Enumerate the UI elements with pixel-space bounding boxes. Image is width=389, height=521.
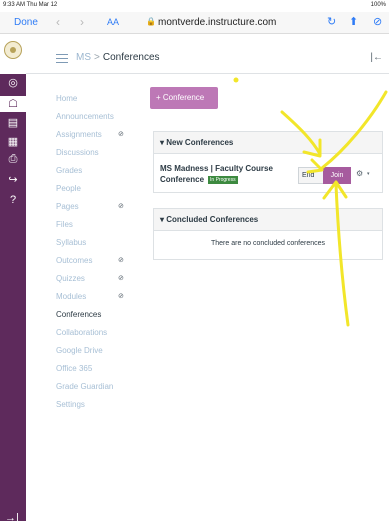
course-nav-label: Home [56,94,78,103]
history-icon[interactable]: ⎙ [0,151,26,167]
course-nav-people[interactable]: People [56,184,136,202]
hidden-from-students-icon: ⊘ [118,131,124,138]
course-nav-label: Assignments [56,130,102,139]
course-nav-conferences[interactable]: Conferences [56,310,136,328]
concluded-conferences-heading[interactable]: ▾ Concluded Conferences [154,209,382,231]
courses-icon[interactable]: ☖ [0,96,26,112]
course-nav-label: Discussions [56,148,99,157]
course-nav-label: Pages [56,202,79,211]
calendar-icon[interactable]: ▤ [0,115,26,131]
concluded-conferences-panel: ▾ Concluded Conferences There are no con… [153,208,383,260]
breadcrumb-course-link[interactable]: MS [76,52,91,63]
course-nav-label: Outcomes [56,256,93,265]
course-nav-label: Files [56,220,73,229]
chevron-down-icon[interactable]: ▾ [367,171,370,177]
hidden-from-students-icon: ⊘ [118,203,124,210]
share-icon[interactable]: ⬆ [349,15,358,28]
course-nav-pages[interactable]: Pages ⊘ [56,202,136,220]
course-nav-label: Office 365 [56,364,93,373]
course-nav-label: Conferences [56,310,102,319]
ipad-screen: 9:33 AM Thu Mar 12 100% Done ‹ › AA 🔒 mo… [0,0,389,521]
course-nav-label: Quizzes [56,274,85,283]
course-nav-label: Grade Guardian [56,382,114,391]
conference-title: MS Madness | Faculty Course Conference In… [160,163,288,185]
course-nav-syllabus[interactable]: Syllabus [56,238,136,256]
course-nav-grades[interactable]: Grades [56,166,136,184]
breadcrumb: MS > Conferences [76,52,160,63]
course-nav-discussions[interactable]: Discussions [56,148,136,166]
ios-status-bar: 9:33 AM Thu Mar 12 100% [0,0,389,12]
end-conference-button[interactable]: End [298,167,324,184]
battery-indicator: 100% [370,2,386,8]
course-nav-files[interactable]: Files [56,220,136,238]
status-badge: In Progress [208,176,238,184]
annotation-dot [233,77,239,83]
reload-icon[interactable]: ↻ [327,15,336,28]
course-nav-google-drive[interactable]: Google Drive [56,346,136,364]
course-nav-label: Collaborations [56,328,108,337]
course-nav-label: Announcements [56,112,114,121]
course-nav-settings[interactable]: Settings [56,400,136,418]
forward-icon[interactable]: › [80,15,84,29]
course-nav-label: Modules [56,292,87,301]
back-icon[interactable]: ‹ [56,15,60,29]
lock-icon: 🔒 [146,17,156,26]
empty-message: There are no concluded conferences [210,240,326,247]
expand-nav-icon[interactable]: →| [5,512,19,521]
page-header: MS > Conferences |← [26,34,389,74]
address-bar[interactable]: montverde.instructure.com [158,17,276,28]
course-nav-label: Syllabus [56,238,87,247]
open-in-safari-icon[interactable]: ⊘ [373,15,382,28]
global-navigation: ● ◎ ☖ ▤ ▦ ⎙ ↪? →| [0,34,26,521]
course-nav-outcomes[interactable]: Outcomes ⊘ [56,256,136,274]
course-nav-announcements[interactable]: Announcements [56,112,136,130]
course-nav-label: Google Drive [56,346,103,355]
safari-toolbar: Done ‹ › AA 🔒 montverde.instructure.com … [0,12,389,34]
course-navigation: Home Announcements Assignments ⊘ Discussions… [56,94,136,418]
course-nav-modules[interactable]: Modules ⊘ [56,292,136,310]
account-icon[interactable]: ● [0,56,26,72]
hidden-from-students-icon: ⊘ [118,293,124,300]
join-conference-button[interactable]: Join [323,167,351,184]
commons-icon[interactable]: ↪ [0,172,26,188]
status-time: 9:33 AM Thu Mar 12 [3,2,58,8]
course-nav-home[interactable]: Home [56,94,136,112]
course-nav-label: People [56,184,81,193]
new-conferences-panel: ▾ New Conferences MS Madness | Faculty C… [153,131,383,193]
course-nav-label: Grades [56,166,83,175]
course-nav-assignments[interactable]: Assignments ⊘ [56,130,136,148]
help-icon[interactable]: ? [0,192,26,208]
course-nav-grade-guardian[interactable]: Grade Guardian [56,382,136,400]
breadcrumb-current: Conferences [102,52,160,63]
course-nav-collaborations[interactable]: Collaborations [56,328,136,346]
inbox-icon[interactable]: ▦ [0,134,26,150]
hidden-from-students-icon: ⊘ [118,275,124,282]
course-nav-label: Settings [56,400,85,409]
course-nav-quizzes[interactable]: Quizzes ⊘ [56,274,136,292]
collapse-sidebar-icon[interactable]: |← [370,52,383,63]
breadcrumb-separator: > [94,52,100,63]
dashboard-icon[interactable]: ◎ [0,75,26,91]
hamburger-menu-icon[interactable] [56,54,68,63]
add-conference-button[interactable]: + Conference [150,87,218,109]
done-button[interactable]: Done [14,17,38,28]
course-nav-office-365[interactable]: Office 365 [56,364,136,382]
gear-icon[interactable]: ⚙ [356,169,363,178]
text-size-button[interactable]: AA [107,17,119,27]
new-conferences-heading[interactable]: ▾ New Conferences [154,132,382,154]
hidden-from-students-icon: ⊘ [118,257,124,264]
